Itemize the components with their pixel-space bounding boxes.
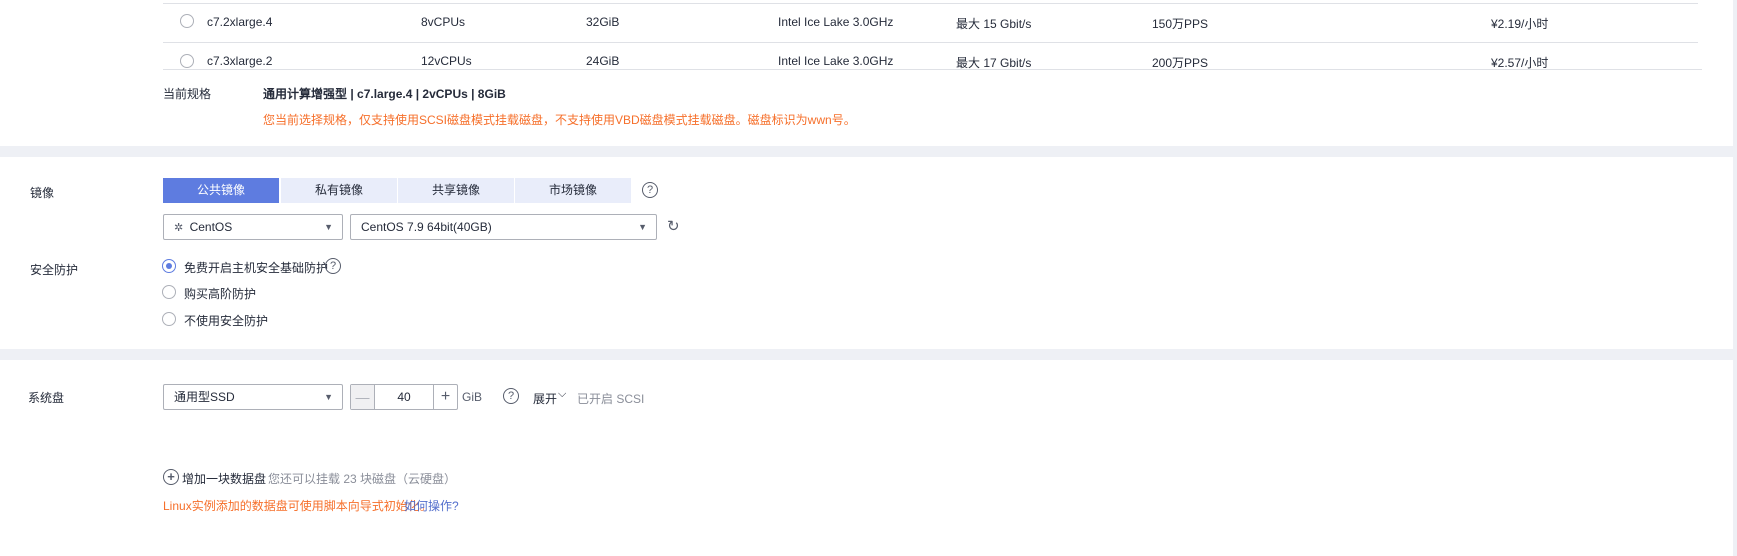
security-option[interactable]: 不使用安全防护 — [184, 312, 268, 329]
size-unit: GiB — [462, 390, 483, 404]
disk-type-select[interactable]: 通用型SSD ▼ — [163, 384, 343, 410]
security-option[interactable]: 免费开启主机安全基础防护 — [184, 259, 328, 276]
flavor-vcpus: 12vCPUs — [421, 54, 472, 68]
help-icon[interactable]: ? — [642, 182, 658, 198]
tab-shared-image[interactable]: 共享镜像 — [398, 178, 514, 203]
increment-button[interactable]: + — [433, 385, 457, 409]
caret-down-icon: ▼ — [638, 222, 647, 232]
chevron-down-icon[interactable]: ⌵ — [558, 388, 566, 401]
refresh-icon[interactable]: ↻ — [667, 217, 680, 235]
help-icon[interactable]: ? — [503, 388, 519, 404]
image-label: 镜像 — [30, 186, 55, 200]
scsi-status: 已开启 SCSI — [577, 392, 645, 406]
divider — [163, 69, 1702, 70]
flavor-pps: 150万PPS — [1152, 17, 1209, 31]
add-data-disk-button[interactable]: 增加一块数据盘 — [182, 470, 266, 487]
tab-market-image[interactable]: 市场镜像 — [515, 178, 631, 203]
disk-type-value: 通用型SSD — [174, 390, 235, 404]
help-icon[interactable]: ? — [325, 258, 341, 274]
system-disk-label: 系统盘 — [28, 391, 65, 405]
security-radio-none[interactable] — [162, 312, 176, 326]
disk-size-stepper[interactable]: — 40 + — [350, 384, 458, 410]
security-label: 安全防护 — [30, 263, 79, 277]
caret-down-icon: ▼ — [324, 392, 333, 402]
flavor-name: c7.3xlarge.2 — [207, 54, 273, 68]
decrement-button[interactable]: — — [351, 385, 375, 409]
disk-size-input[interactable]: 40 — [375, 385, 433, 409]
security-option[interactable]: 购买高阶防护 — [184, 285, 256, 302]
current-spec-label: 当前规格 — [163, 87, 212, 101]
table-row[interactable]: c7.3xlarge.2 12vCPUs 24GiB Intel Ice Lak… — [163, 43, 1698, 70]
tab-private-image[interactable]: 私有镜像 — [281, 178, 397, 203]
security-radio-free[interactable] — [162, 259, 176, 273]
flavor-cpu: Intel Ice Lake 3.0GHz — [778, 15, 894, 29]
os-value: CentOS — [189, 220, 233, 234]
table-row[interactable]: c7.2xlarge.4 8vCPUs 32GiB Intel Ice Lake… — [163, 4, 1698, 42]
version-value: CentOS 7.9 64bit(40GB) — [361, 220, 492, 234]
security-radio-advanced[interactable] — [162, 285, 176, 299]
row-radio[interactable] — [180, 14, 194, 28]
caret-down-icon: ▼ — [324, 222, 333, 232]
expand-link[interactable]: 展开 — [533, 390, 557, 407]
add-disk-hint: 您还可以挂载 23 块磁盘（云硬盘） — [268, 472, 457, 486]
os-select[interactable]: ✲ CentOS ▼ — [163, 214, 343, 240]
flavor-panel: c7.2xlarge.4 8vCPUs 32GiB Intel Ice Lake… — [0, 0, 1733, 146]
image-panel: 镜像 公共镜像 私有镜像 共享镜像 市场镜像 ? ✲ CentOS ▼ Cent… — [0, 157, 1733, 349]
how-to-link[interactable]: 如何操作? — [404, 497, 459, 514]
linux-note: Linux实例添加的数据盘可使用脚本向导式初始化。 — [163, 499, 432, 513]
flavor-memory: 24GiB — [586, 54, 620, 68]
flavor-vcpus: 8vCPUs — [421, 15, 466, 29]
row-radio[interactable] — [180, 54, 194, 68]
flavor-cpu: Intel Ice Lake 3.0GHz — [778, 54, 894, 68]
tab-public-image[interactable]: 公共镜像 — [163, 178, 279, 203]
flavor-name: c7.2xlarge.4 — [207, 15, 273, 29]
flavor-bandwidth: 最大 15 Gbit/s — [956, 17, 1032, 31]
add-circle-icon[interactable]: + — [163, 469, 179, 485]
flavor-memory: 32GiB — [586, 15, 620, 29]
current-spec-value: 通用计算增强型 | c7.large.4 | 2vCPUs | 8GiB — [263, 87, 506, 101]
version-select[interactable]: CentOS 7.9 64bit(40GB) ▼ — [350, 214, 657, 240]
centos-icon: ✲ — [174, 222, 184, 234]
spec-warning: 您当前选择规格，仅支持使用SCSI磁盘模式挂载磁盘，不支持使用VBD磁盘模式挂载… — [263, 113, 856, 127]
flavor-price: ¥2.19/小时 — [1491, 17, 1549, 31]
disk-panel: 系统盘 通用型SSD ▼ — 40 + GiB ? 展开 ⌵ 已开启 SCSI … — [0, 360, 1733, 556]
